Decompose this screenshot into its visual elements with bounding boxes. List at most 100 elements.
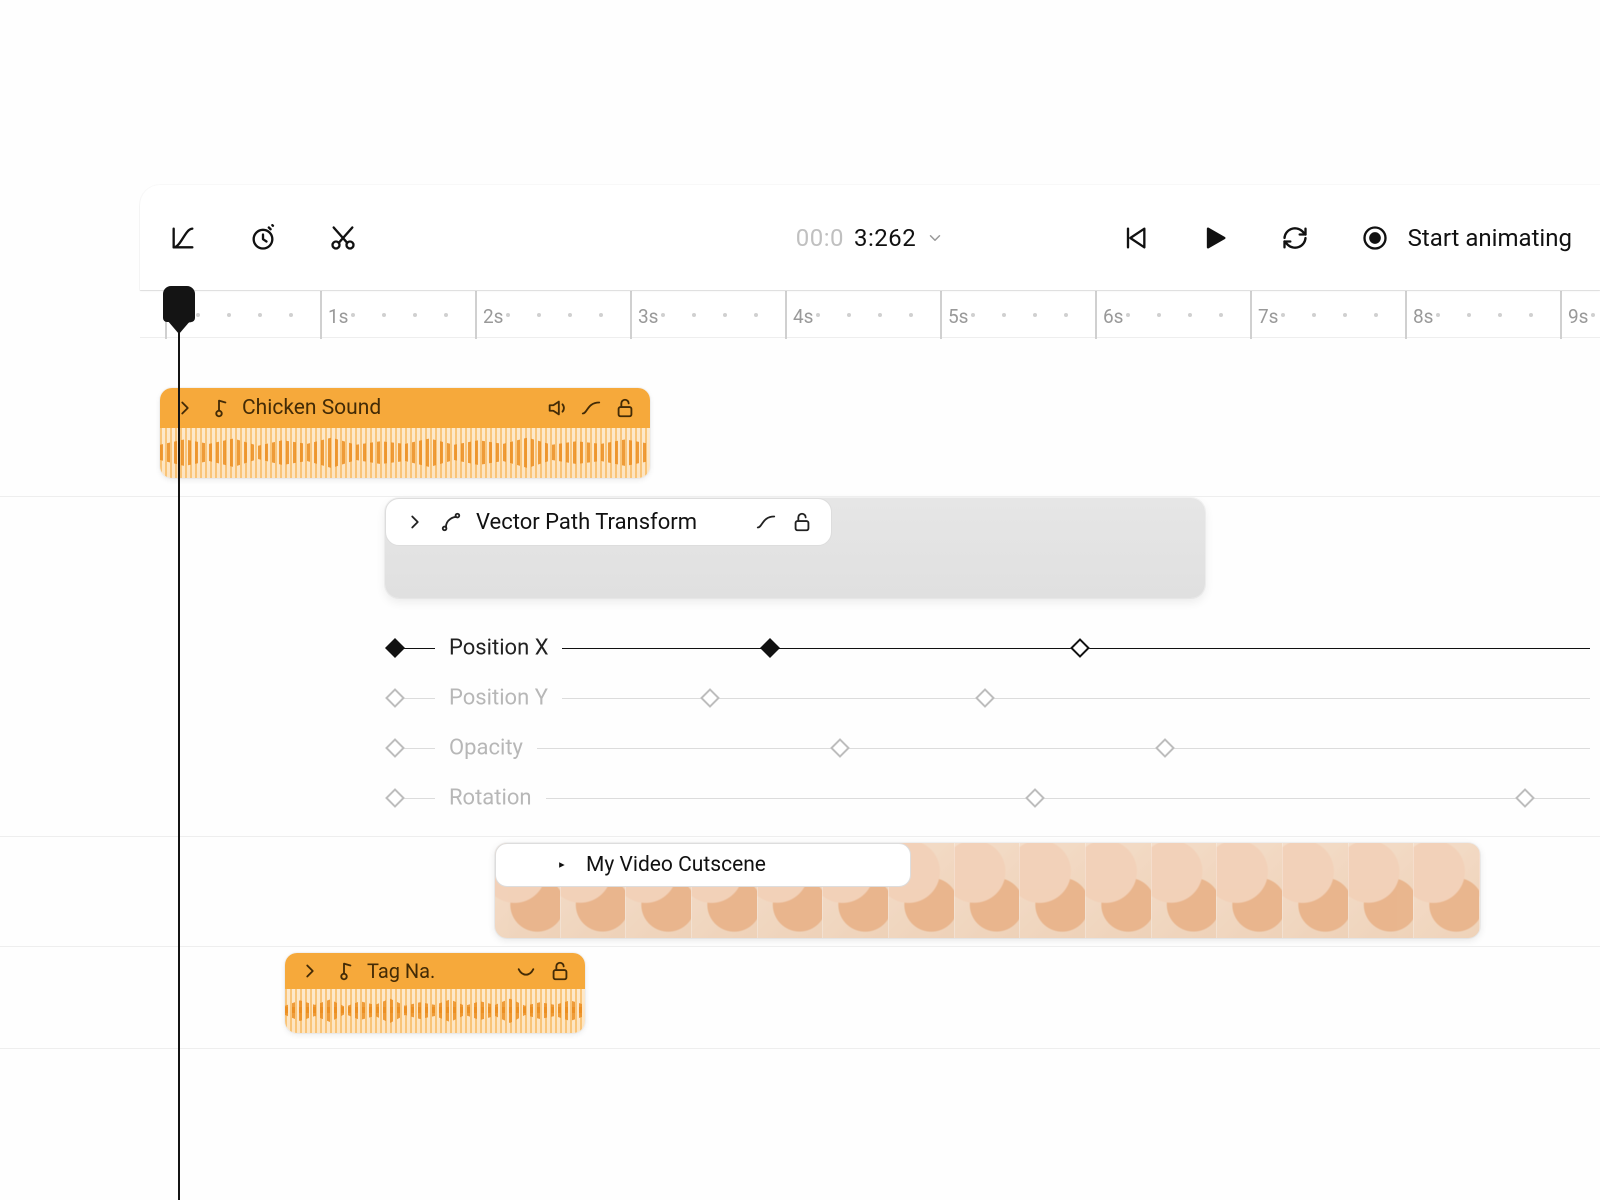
clip-name: My Video Cutscene <box>586 853 766 877</box>
ruler-minor-tick <box>444 313 448 317</box>
keyframe[interactable] <box>1515 788 1535 808</box>
keyframe[interactable] <box>1070 638 1090 658</box>
keyframe[interactable] <box>1155 738 1175 758</box>
ruler-minor-tick <box>506 313 510 317</box>
ease-icon[interactable] <box>580 397 602 419</box>
ruler-minor-tick <box>1064 313 1068 317</box>
ruler-tick: 6s <box>1095 291 1097 339</box>
video-thumbnail <box>955 843 1021 938</box>
ruler-minor-tick <box>1343 313 1347 317</box>
cut-tool-button[interactable] <box>328 223 358 253</box>
keyframe[interactable] <box>700 688 720 708</box>
ruler-minor-tick <box>1467 313 1471 317</box>
playhead-knob[interactable] <box>163 286 195 322</box>
property-label: Rotation <box>449 786 532 811</box>
time-display[interactable]: 00:0 3:262 <box>796 224 945 252</box>
skip-back-button[interactable] <box>1120 223 1150 253</box>
video-thumbnail <box>1086 843 1152 938</box>
unlock-icon[interactable] <box>614 397 636 419</box>
ruler-tick: 4s <box>785 291 787 339</box>
magic-time-button[interactable] <box>248 223 278 253</box>
property-label: Position X <box>449 636 548 661</box>
ruler-minor-tick <box>847 313 851 317</box>
chevron-right-icon[interactable] <box>514 854 536 876</box>
unlock-icon[interactable] <box>549 960 571 982</box>
ruler-minor-tick <box>382 313 386 317</box>
ruler-minor-tick <box>413 313 417 317</box>
unlock-icon[interactable] <box>791 511 813 533</box>
keyframe[interactable] <box>385 638 405 658</box>
ruler-minor-tick <box>1157 313 1161 317</box>
time-ruler[interactable]: 0s1s2s3s4s5s6s7s8s9s <box>140 290 1600 338</box>
ruler-minor-tick <box>1529 313 1533 317</box>
music-note-icon <box>333 960 355 982</box>
keyframe[interactable] <box>760 638 780 658</box>
keyframe[interactable] <box>975 688 995 708</box>
clip-name: Vector Path Transform <box>476 510 697 535</box>
property-row[interactable]: Position X <box>395 623 1590 673</box>
playhead[interactable] <box>178 290 180 1200</box>
ruler-label: 4s <box>793 305 813 328</box>
ruler-minor-tick <box>1436 313 1440 317</box>
ruler-minor-tick <box>258 313 262 317</box>
ease-icon[interactable] <box>755 511 777 533</box>
ruler-minor-tick <box>1126 313 1130 317</box>
ruler-minor-tick <box>971 313 975 317</box>
property-list: Position X Position Y Opacity Rotation <box>395 623 1590 823</box>
start-animating-label: Start animating <box>1408 224 1572 252</box>
ruler-tick: 5s <box>940 291 942 339</box>
keyframe[interactable] <box>830 738 850 758</box>
video-icon <box>550 854 572 876</box>
ruler-tick: 2s <box>475 291 477 339</box>
ruler-minor-tick <box>816 313 820 317</box>
property-row[interactable]: Rotation <box>395 773 1590 823</box>
ease-icon[interactable] <box>834 854 856 876</box>
loop-button[interactable] <box>1280 223 1310 253</box>
property-row[interactable]: Opacity <box>395 723 1590 773</box>
toolbar: 00:0 3:262 Start animating <box>140 185 1600 290</box>
ruler-label: 3s <box>638 305 658 328</box>
time-main: 3:262 <box>854 224 916 252</box>
ruler-minor-tick <box>1002 313 1006 317</box>
start-animating-button[interactable]: Start animating <box>1360 223 1572 253</box>
row-separator <box>0 496 1600 497</box>
ruler-minor-tick <box>196 313 200 317</box>
audio-clip-tag[interactable]: Tag Na. <box>285 953 585 1033</box>
chevron-right-icon[interactable] <box>404 511 426 533</box>
property-row[interactable]: Position Y <box>395 673 1590 723</box>
waveform <box>285 989 585 1033</box>
ruler-label: 8s <box>1413 305 1433 328</box>
audio-clip-chicken[interactable]: Chicken Sound <box>160 388 650 478</box>
keyframe[interactable] <box>1025 788 1045 808</box>
chevron-down-icon[interactable] <box>926 229 944 247</box>
chevron-right-icon[interactable] <box>299 960 321 982</box>
ruler-tick: 3s <box>630 291 632 339</box>
ruler-minor-tick <box>661 313 665 317</box>
time-prefix: 00:0 <box>796 224 844 252</box>
speaker-icon[interactable] <box>546 397 568 419</box>
row-separator <box>0 836 1600 837</box>
video-thumbnail <box>1414 843 1480 938</box>
keyframe[interactable] <box>385 788 405 808</box>
clip-name: Chicken Sound <box>242 396 534 420</box>
keyframe[interactable] <box>385 688 405 708</box>
keyframe[interactable] <box>385 738 405 758</box>
video-thumbnail <box>1283 843 1349 938</box>
unlock-icon[interactable] <box>870 854 892 876</box>
ruler-label: 5s <box>948 305 968 328</box>
timeline: Chicken Sound Vector Path Transform Posi… <box>0 338 1600 1200</box>
ruler-minor-tick <box>1312 313 1316 317</box>
ease-icon[interactable] <box>515 960 537 982</box>
ruler-minor-tick <box>754 313 758 317</box>
curve-tool-button[interactable] <box>168 223 198 253</box>
ruler-minor-tick <box>1033 313 1037 317</box>
waveform <box>160 428 650 478</box>
video-thumbnail <box>1152 843 1218 938</box>
property-label: Opacity <box>449 736 523 761</box>
play-button[interactable] <box>1200 223 1230 253</box>
ruler-minor-tick <box>909 313 913 317</box>
transform-clip[interactable]: Vector Path Transform <box>385 498 1205 598</box>
ruler-tick: 9s <box>1560 291 1562 339</box>
ruler-minor-tick <box>568 313 572 317</box>
video-clip[interactable]: My Video Cutscene <box>495 843 1480 938</box>
